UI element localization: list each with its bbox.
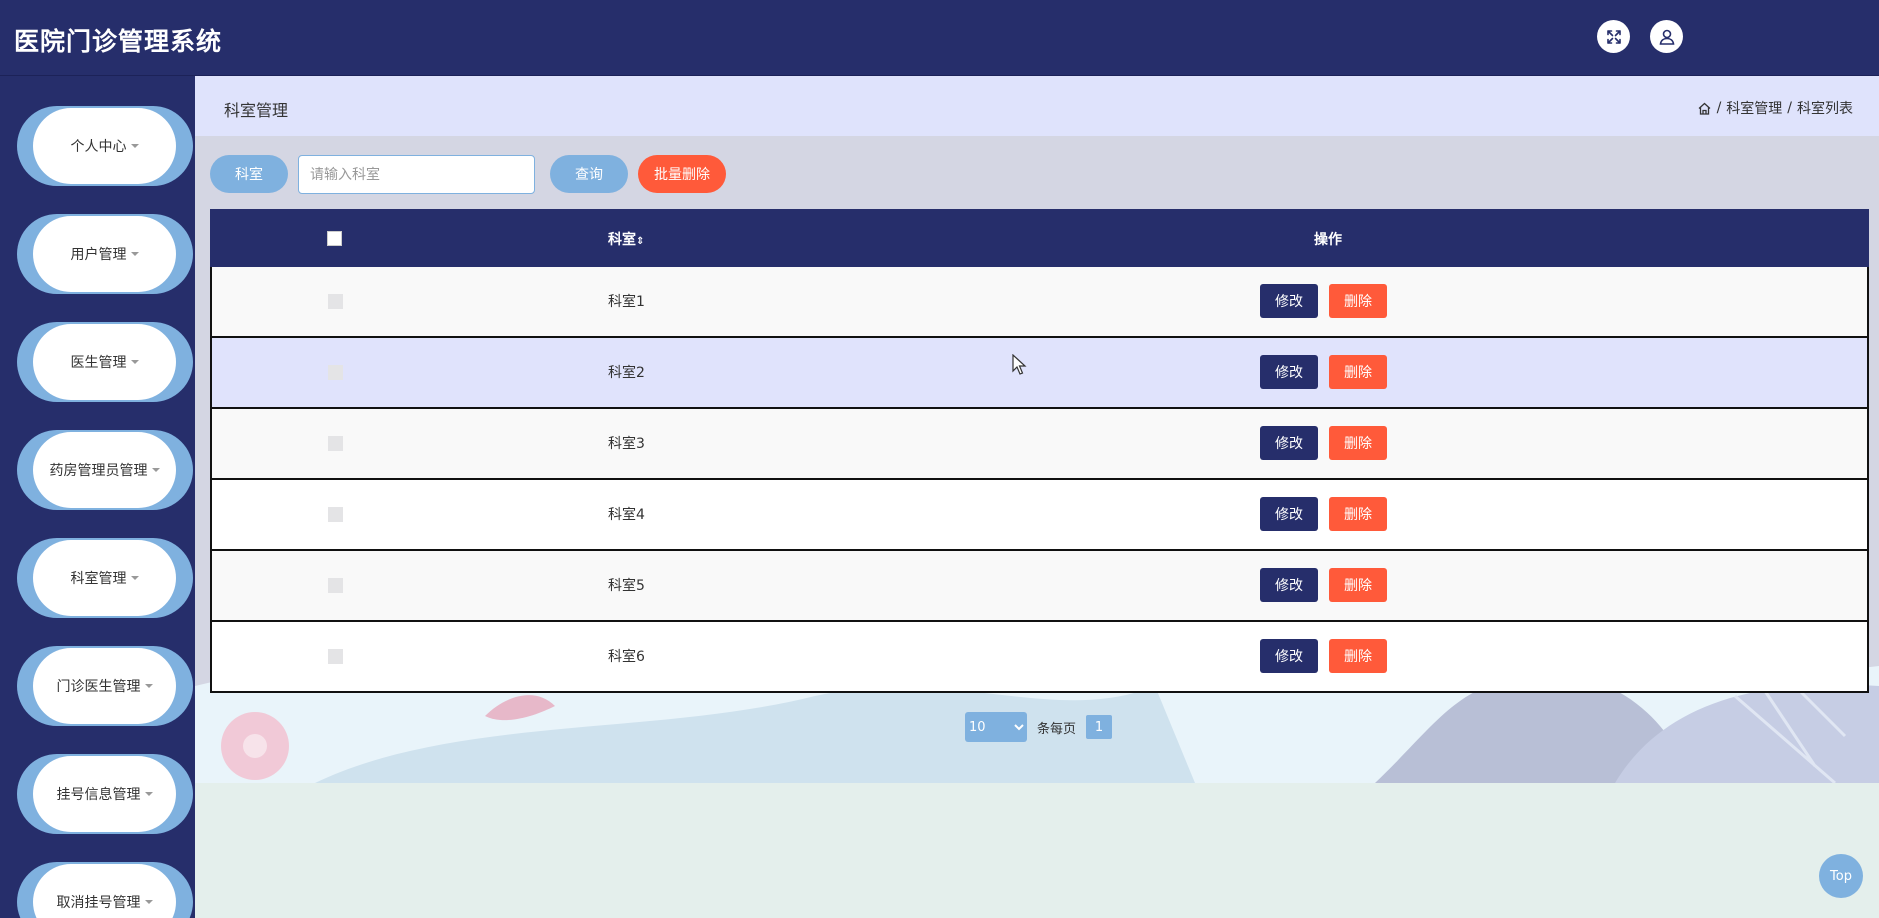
edit-button[interactable]: 修改 (1260, 639, 1318, 673)
edit-button[interactable]: 修改 (1260, 426, 1318, 460)
column-header-department[interactable]: 科室⇕ (608, 229, 644, 249)
user-button[interactable] (1650, 20, 1683, 53)
row-checkbox[interactable] (328, 294, 343, 309)
page-number-button[interactable]: 1 (1086, 715, 1113, 739)
page-size-suffix: 条每页 (1037, 721, 1077, 737)
caret-down-icon (151, 468, 160, 472)
user-icon (1659, 29, 1674, 45)
sidebar-item-department-management[interactable]: 科室管理 (17, 538, 193, 618)
table-row: 科室4 修改 删除 (210, 480, 1869, 551)
breadcrumb-separator: / (1787, 100, 1792, 116)
delete-button[interactable]: 删除 (1329, 284, 1387, 318)
pagination: 10 条每页 1 (965, 712, 1113, 742)
department-cell: 科室1 (608, 294, 645, 310)
department-table: 科室⇕ 操作 科室1 修改 删除 科室2 修改 删除 科室3 修改 删除 科室4… (210, 209, 1869, 693)
department-search-input[interactable] (298, 155, 535, 194)
sidebar-item-doctor-management[interactable]: 医生管理 (17, 322, 193, 402)
sidebar-item-label: 挂号信息管理 (56, 787, 141, 803)
department-cell: 科室2 (608, 365, 645, 381)
fullscreen-icon (1606, 29, 1621, 44)
delete-button[interactable]: 删除 (1329, 355, 1387, 389)
fullscreen-button[interactable] (1597, 20, 1630, 53)
edit-button[interactable]: 修改 (1260, 568, 1318, 602)
breadcrumb-item-department-list: 科室列表 (1797, 101, 1853, 117)
breadcrumb-bar: 科室管理 / 科室管理 / 科室列表 (195, 76, 1879, 136)
table-row: 科室1 修改 删除 (210, 267, 1869, 338)
sidebar-item-personal-center[interactable]: 个人中心 (17, 106, 193, 186)
row-checkbox[interactable] (328, 365, 343, 380)
sidebar-item-user-management[interactable]: 用户管理 (17, 214, 193, 294)
caret-down-icon (144, 900, 153, 904)
sort-icon: ⇕ (636, 236, 645, 247)
department-cell: 科室5 (608, 578, 645, 594)
sidebar-item-label: 药房管理员管理 (49, 463, 148, 479)
page-title: 科室管理 (224, 101, 289, 120)
table-row: 科室5 修改 删除 (210, 551, 1869, 622)
breadcrumb-separator: / (1716, 100, 1722, 116)
sidebar-item-label: 门诊医生管理 (56, 679, 141, 695)
edit-button[interactable]: 修改 (1260, 497, 1318, 531)
app-title: 医院门诊管理系统 (14, 27, 223, 56)
delete-button[interactable]: 删除 (1329, 497, 1387, 531)
row-checkbox[interactable] (328, 649, 343, 664)
row-checkbox[interactable] (328, 578, 343, 593)
delete-button[interactable]: 删除 (1329, 568, 1387, 602)
table-row: 科室2 修改 删除 (210, 338, 1869, 409)
sidebar-item-label: 医生管理 (70, 355, 127, 371)
sidebar: 个人中心 用户管理 医生管理 药房管理员管理 科室管理 门诊医生管理 挂号信息管… (0, 76, 195, 918)
delete-button[interactable]: 删除 (1329, 639, 1387, 673)
sidebar-item-label: 个人中心 (70, 139, 127, 155)
caret-down-icon (130, 252, 139, 256)
sidebar-item-label: 用户管理 (70, 247, 127, 263)
column-header-operations: 操作 (1314, 232, 1342, 248)
sidebar-item-cancel-registration-management[interactable]: 取消挂号管理 (17, 862, 193, 918)
breadcrumb: / 科室管理 / 科室列表 (1697, 98, 1853, 118)
top-header: 医院门诊管理系统 (0, 0, 1879, 76)
delete-button[interactable]: 删除 (1329, 426, 1387, 460)
sidebar-item-pharmacy-admin-management[interactable]: 药房管理员管理 (17, 430, 193, 510)
sidebar-item-registration-management[interactable]: 挂号信息管理 (17, 754, 193, 834)
mouse-cursor-icon (1012, 354, 1027, 375)
select-all-checkbox[interactable] (327, 231, 342, 246)
caret-down-icon (130, 576, 139, 580)
edit-button[interactable]: 修改 (1260, 284, 1318, 318)
page-size-select[interactable]: 10 (965, 712, 1027, 742)
table-row: 科室3 修改 删除 (210, 409, 1869, 480)
department-cell: 科室6 (608, 649, 645, 665)
caret-down-icon (130, 360, 139, 364)
sidebar-item-label: 取消挂号管理 (56, 895, 141, 911)
row-checkbox[interactable] (328, 436, 343, 451)
breadcrumb-item-department-management[interactable]: 科室管理 (1726, 98, 1782, 118)
home-icon[interactable] (1697, 101, 1712, 116)
sidebar-item-outpatient-doctor-management[interactable]: 门诊医生管理 (17, 646, 193, 726)
query-button[interactable]: 查询 (550, 155, 628, 193)
caret-down-icon (144, 684, 153, 688)
row-checkbox[interactable] (328, 507, 343, 522)
department-cell: 科室4 (608, 507, 645, 523)
caret-down-icon (130, 144, 139, 148)
main-content: 科室管理 / 科室管理 / 科室列表 科室 查询 批量删除 科室⇕ 操作 科室1… (195, 76, 1879, 783)
table-header: 科室⇕ 操作 (210, 209, 1869, 267)
sidebar-item-label: 科室管理 (70, 571, 127, 587)
caret-down-icon (144, 792, 153, 796)
search-label: 科室 (210, 155, 288, 193)
back-to-top-button[interactable]: Top (1819, 854, 1863, 898)
table-row: 科室6 修改 删除 (210, 622, 1869, 693)
department-cell: 科室3 (608, 436, 645, 452)
edit-button[interactable]: 修改 (1260, 355, 1318, 389)
batch-delete-button[interactable]: 批量删除 (638, 155, 726, 193)
